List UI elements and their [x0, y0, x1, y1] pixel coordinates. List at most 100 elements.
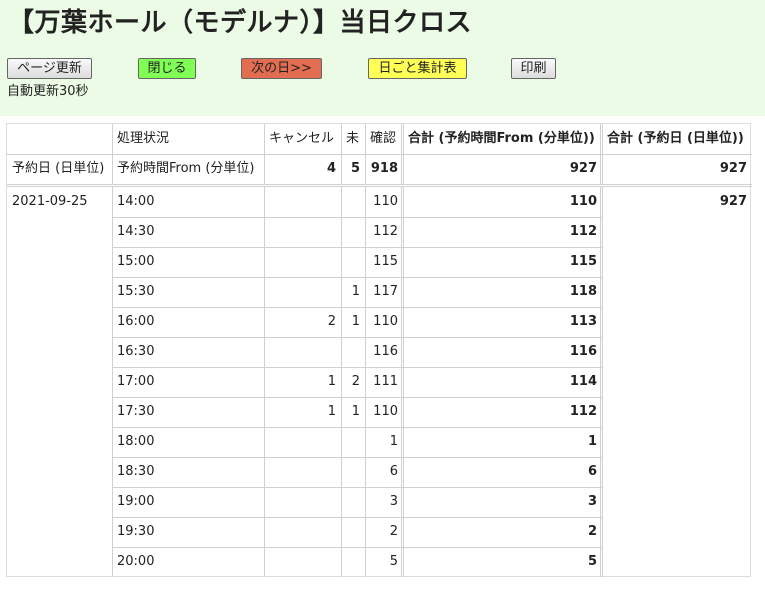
cancel-cell [264, 187, 341, 217]
row-divider [112, 427, 602, 428]
row-divider [7, 186, 752, 187]
row-total-cell: 112 [569, 224, 597, 239]
time-cell: 20:00 [117, 554, 155, 569]
row-divider [112, 154, 752, 155]
row-total-cell: 5 [587, 554, 597, 569]
row-divider [112, 397, 602, 398]
cancel-cell: 1 [327, 404, 336, 419]
pending-cell [341, 247, 365, 277]
column-divider [602, 187, 603, 577]
confirmed-cell: 6 [389, 464, 398, 479]
header-total-by-date: 合計 (予約日 (日単位)) [607, 131, 744, 146]
header-cancel: キャンセル [269, 131, 335, 146]
pending-cell [341, 187, 365, 217]
time-cell: 17:00 [117, 374, 155, 389]
date-cell: 2021-09-25 [12, 194, 88, 209]
row-total-cell: 114 [569, 374, 597, 389]
confirmed-cell: 110 [373, 314, 398, 329]
row-divider [7, 154, 112, 155]
time-cell: 16:30 [117, 344, 155, 359]
row-total-cell: 2 [587, 524, 597, 539]
row-total-cell: 1 [587, 434, 597, 449]
pending-cell [341, 337, 365, 367]
row-divider [112, 457, 602, 458]
cancel-cell [264, 427, 341, 457]
column-divider [264, 187, 265, 577]
header-total-by-time: 合計 (予約時間From (分単位)) [408, 131, 595, 146]
time-cell: 14:30 [117, 224, 155, 239]
row-total-cell: 116 [569, 344, 597, 359]
time-cell: 18:30 [117, 464, 155, 479]
column-divider [112, 187, 113, 577]
cancel-cell [264, 457, 341, 487]
row-total-cell: 110 [569, 194, 597, 209]
row-total-cell: 115 [569, 254, 597, 269]
row-total-cell: 3 [587, 494, 597, 509]
pending-cell [341, 517, 365, 547]
close-button[interactable]: 閉じる [138, 58, 196, 79]
confirmed-cell: 2 [389, 524, 398, 539]
pending-cell: 1 [351, 284, 360, 299]
confirmed-cell: 110 [373, 404, 398, 419]
column-divider [365, 187, 366, 577]
pending-cell [341, 457, 365, 487]
column-divider [401, 187, 402, 577]
row-total-cell: 118 [569, 284, 597, 299]
cross-table: 処理状況 キャンセル未確認 合計 (予約時間From (分単位)) 合計 (予約日 (… [6, 123, 752, 577]
time-cell: 19:30 [117, 524, 155, 539]
pending-cell [341, 427, 365, 457]
cancel-cell [264, 517, 341, 547]
total-by-date: 927 [719, 161, 747, 176]
confirmed-cell: 117 [373, 284, 398, 299]
row-divider [112, 337, 602, 338]
time-cell: 15:30 [117, 284, 155, 299]
row-divider [112, 367, 602, 368]
row-total-cell: 113 [569, 314, 597, 329]
confirmed-cell: 110 [373, 194, 398, 209]
pending-cell: 1 [351, 314, 360, 329]
cancel-cell [264, 547, 341, 577]
print-button[interactable]: 印刷 [511, 58, 556, 79]
cancel-cell [264, 337, 341, 367]
time-cell: 15:00 [117, 254, 155, 269]
date-total: 927 [719, 194, 747, 209]
row-divider [112, 517, 602, 518]
cancel-cell: 2 [327, 314, 336, 329]
total-confirmed: 918 [370, 161, 398, 176]
confirmed-cell: 5 [389, 554, 398, 569]
page-title: 【万葉ホール（モデルナ）】当日クロス [8, 8, 473, 38]
total-pending: 5 [350, 161, 360, 176]
confirmed-cell: 1 [389, 434, 398, 449]
time-cell: 19:00 [117, 494, 155, 509]
total-by-time: 927 [569, 161, 597, 176]
row-divider [112, 277, 602, 278]
header-pending: 未 [346, 131, 360, 146]
pending-cell [341, 487, 365, 517]
time-cell: 14:00 [117, 194, 155, 209]
time-cell: 16:00 [117, 314, 155, 329]
row-total-cell: 112 [569, 404, 597, 419]
row-divider [112, 487, 602, 488]
header-status: 処理状況 [117, 131, 170, 146]
header-panel: 【万葉ホール（モデルナ）】当日クロス ページ更新 閉じる 次の日>> 日ごと集計… [0, 0, 765, 116]
next-day-button[interactable]: 次の日>> [241, 58, 322, 79]
total-cancel: 4 [326, 161, 336, 176]
cancel-cell [264, 217, 341, 247]
row-divider [112, 217, 602, 218]
cancel-cell [264, 487, 341, 517]
row-divider [112, 547, 602, 548]
row-total-cell: 6 [587, 464, 597, 479]
confirmed-cell: 112 [373, 224, 398, 239]
pending-cell [341, 547, 365, 577]
daily-summary-button[interactable]: 日ごと集計表 [368, 58, 467, 79]
confirmed-cell: 111 [373, 374, 398, 389]
time-cell: 17:30 [117, 404, 155, 419]
row-header-date: 予約日 (日単位) [12, 161, 105, 176]
column-divider [341, 187, 342, 577]
row-divider [112, 247, 602, 248]
confirmed-cell: 115 [373, 254, 398, 269]
pending-cell [341, 217, 365, 247]
cancel-cell [264, 277, 341, 307]
column-divider [403, 187, 404, 577]
reload-page-button[interactable]: ページ更新 [7, 58, 92, 79]
